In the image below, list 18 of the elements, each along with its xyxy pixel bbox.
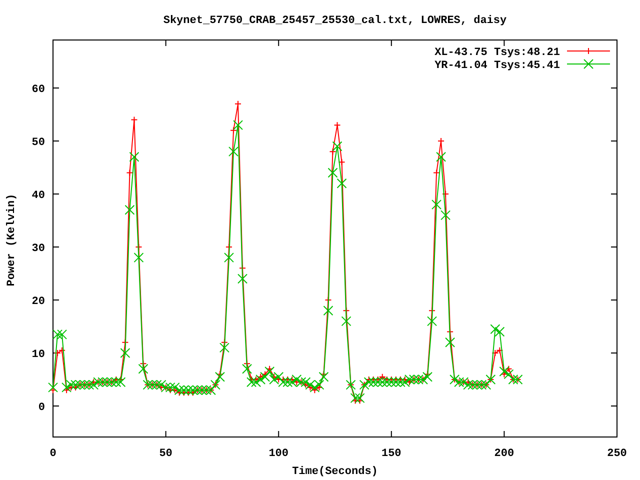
x-tick-label: 250 [607, 448, 627, 460]
x-tick-label: 200 [494, 448, 514, 460]
y-axis-label: Power (Kelvin) [6, 194, 18, 286]
x-axis-label: Time(Seconds) [292, 466, 378, 478]
y-tick-label: 10 [32, 349, 45, 361]
y-tick-label: 30 [32, 242, 45, 255]
y-tick-label: 0 [38, 402, 45, 414]
y-tick-label: 50 [32, 136, 45, 149]
y-tick-label: 40 [32, 190, 45, 202]
legend-label: XL-43.75 Tsys:48.21 [434, 47, 560, 59]
x-tick-label: 0 [50, 448, 56, 460]
x-tick-label: 150 [382, 448, 402, 460]
y-tick-label: 60 [32, 84, 45, 96]
chart-title: Skynet_57750_CRAB_25457_25530_cal.txt, LOWRES, daisy [163, 15, 507, 27]
x-tick-label: 50 [159, 448, 172, 460]
x-tick-label: 100 [268, 448, 288, 460]
y-tick-label: 20 [32, 296, 45, 308]
legend-label: YR-41.04 Tsys:45.41 [434, 60, 560, 72]
